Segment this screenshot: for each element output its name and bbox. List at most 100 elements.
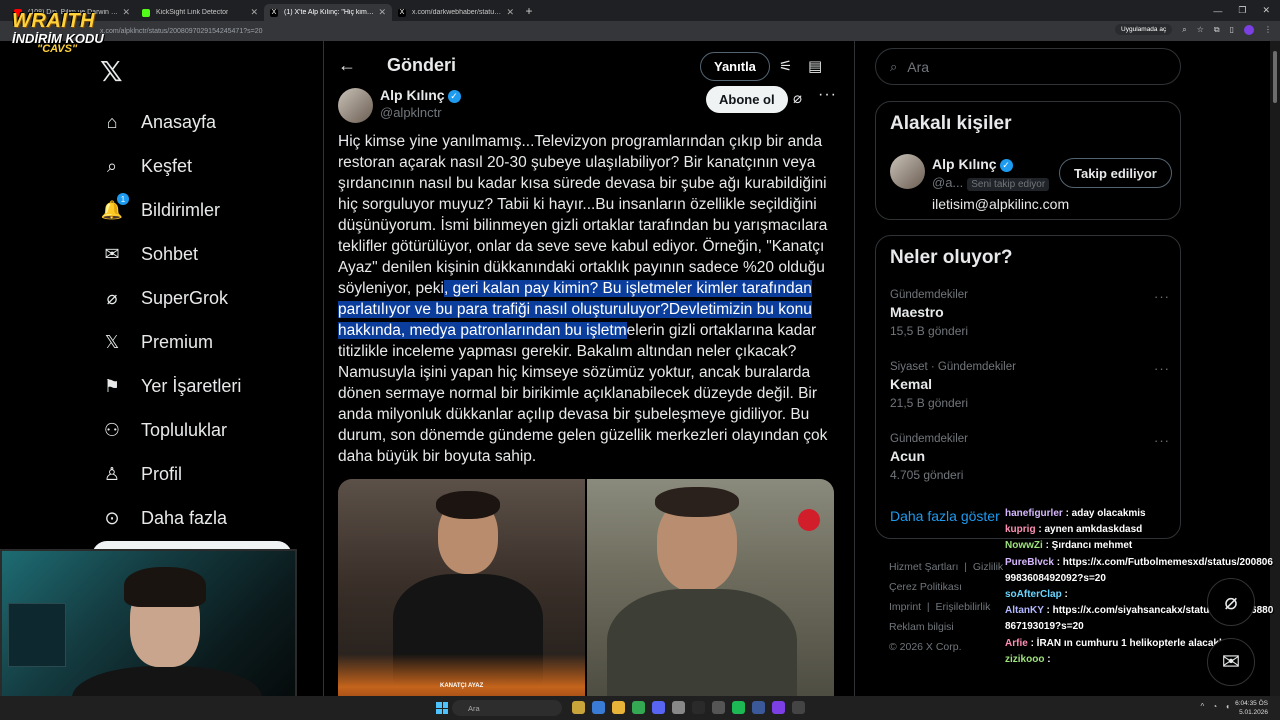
follows-you-badge: Seni takip ediyor xyxy=(967,178,1050,191)
reader-icon[interactable]: ▤ xyxy=(808,57,822,75)
menu-icon[interactable]: ⋮ xyxy=(1264,25,1272,34)
search-input[interactable]: ⌕ Ara xyxy=(875,48,1181,85)
imprint-link[interactable]: Imprint xyxy=(889,601,921,613)
sidebar-item-label: SuperGrok xyxy=(141,287,229,308)
extensions-icon[interactable]: ⧉ xyxy=(1214,25,1220,35)
taskbar-app-icon[interactable] xyxy=(672,701,685,714)
wifi-icon[interactable]: ◔ xyxy=(1212,702,1217,711)
post-photo[interactable] xyxy=(587,479,834,709)
author-name[interactable]: Alp Kılınç ✓ xyxy=(380,87,461,103)
related-person-bio[interactable]: iletisim@alpkilinc.com xyxy=(932,196,1069,212)
close-icon[interactable]: ✕ xyxy=(122,7,130,18)
trend-item[interactable]: Gündemdekiler Acun 4.705 gönderi ··· xyxy=(890,433,1170,482)
scrollbar-thumb[interactable] xyxy=(1273,51,1277,103)
taskbar-app-icon[interactable] xyxy=(712,701,725,714)
messages-floating-button[interactable]: ✉ xyxy=(1207,638,1255,686)
close-window-icon[interactable]: ✕ xyxy=(1262,5,1270,16)
chat-username: Arfie xyxy=(1005,637,1028,649)
back-arrow-icon[interactable]: ← xyxy=(338,55,356,76)
trend-item[interactable]: Siyaset · Gündemdekiler Kemal 21,5 B gön… xyxy=(890,361,1170,410)
close-icon[interactable]: ✕ xyxy=(250,7,258,18)
more-options-icon[interactable]: ··· xyxy=(818,86,837,104)
sidebar-item[interactable]: ⌂ Anasayfa xyxy=(100,100,241,144)
taskbar-clock[interactable]: 6:04:35 ÖS 5.01.2026 xyxy=(1235,699,1268,717)
privacy-link[interactable]: Gizlilik xyxy=(973,561,1003,573)
maximize-icon[interactable]: ❐ xyxy=(1238,5,1246,16)
sidebar-item[interactable]: ⊙ Daha fazla xyxy=(100,496,241,540)
sidebar-item[interactable]: ⚇ Topluluklar xyxy=(100,408,241,452)
ads-link[interactable]: Reklam bilgisi xyxy=(889,621,954,633)
sidebar-item[interactable]: 🔔 1 Bildirimler xyxy=(100,188,241,232)
avatar[interactable] xyxy=(338,88,373,123)
sidebar-item[interactable]: ✉ Sohbet xyxy=(100,232,241,276)
taskbar-app-icon[interactable] xyxy=(732,701,745,714)
sliders-icon[interactable]: ⚟ xyxy=(779,57,792,75)
address-bar-actions: Uygulamada aç ⌕ ☆ ⧉ ▯ ⋮ xyxy=(1115,24,1272,35)
taskbar-search[interactable]: Ara xyxy=(452,700,562,716)
open-in-app-button[interactable]: Uygulamada aç xyxy=(1115,24,1173,35)
address-bar[interactable]: x.com/alpklnctr/status/20080970291542454… xyxy=(0,21,1280,41)
sidebar-item[interactable]: ⌕ Keşfet xyxy=(100,144,241,188)
trend-count: 4.705 gönderi xyxy=(890,468,964,482)
reply-button[interactable]: Yanıtla xyxy=(700,52,770,81)
x-logo-icon[interactable]: 𝕏 xyxy=(100,55,123,88)
minimize-icon[interactable]: — xyxy=(1213,6,1222,16)
related-name-text: Alp Kılınç xyxy=(932,156,997,172)
browser-tab[interactable]: X x.com/darkwebhaber/status/20 ✕ xyxy=(392,4,520,21)
sidebar-item[interactable]: 𝕏 Premium xyxy=(100,320,241,364)
communities-icon: ⚇ xyxy=(103,419,121,440)
more-options-icon[interactable]: ··· xyxy=(1154,433,1170,448)
sidebar-item[interactable]: ⚑ Yer İşaretleri xyxy=(100,364,241,408)
trend-name: Kemal xyxy=(890,376,933,392)
taskbar-app-icon[interactable] xyxy=(692,701,705,714)
star-icon[interactable]: ☆ xyxy=(1197,25,1204,34)
home-icon: ⌂ xyxy=(106,111,118,132)
subscribe-button[interactable]: Abone ol xyxy=(706,86,788,113)
terms-link[interactable]: Hizmet Şartları xyxy=(889,561,958,573)
volume-icon[interactable]: ◖ xyxy=(1225,702,1230,711)
post-media[interactable]: KANATÇI AYAZ xyxy=(338,479,834,709)
taskbar-app-icon[interactable] xyxy=(752,701,765,714)
taskbar-app-icon[interactable] xyxy=(612,701,625,714)
close-icon[interactable]: ✕ xyxy=(378,7,386,18)
post-photo[interactable]: KANATÇI AYAZ xyxy=(338,479,585,709)
url-text[interactable]: x.com/alpklnctr/status/20080970291542454… xyxy=(100,28,262,35)
more-options-icon[interactable]: ··· xyxy=(1154,361,1170,376)
chevron-up-icon[interactable]: ^ xyxy=(1201,702,1205,711)
bell-icon: 🔔 1 xyxy=(100,193,129,222)
accessibility-link[interactable]: Erişilebilirlik xyxy=(936,601,991,613)
avatar[interactable] xyxy=(890,154,925,189)
taskbar-app-icon[interactable] xyxy=(772,701,785,714)
taskbar-app-icon[interactable] xyxy=(792,701,805,714)
windows-start-icon[interactable] xyxy=(436,702,448,714)
new-tab-button[interactable]: + xyxy=(520,4,538,18)
following-button[interactable]: Takip ediliyor xyxy=(1059,158,1172,188)
more-circle-icon: ⊙ xyxy=(104,507,120,528)
sidebar-item-label: Sohbet xyxy=(141,243,199,264)
zoom-icon[interactable]: ⌕ xyxy=(1182,25,1186,35)
x-logo-icon: 𝕏 xyxy=(104,331,120,352)
grok-icon[interactable]: ⌀ xyxy=(793,89,802,107)
browser-tab[interactable]: KickSight Link Detector ✕ xyxy=(136,4,264,21)
grok-floating-button[interactable]: ⌀ xyxy=(1207,578,1255,626)
column-divider xyxy=(854,41,855,720)
cookies-link[interactable]: Çerez Politikası xyxy=(889,581,962,593)
taskbar-app-icon[interactable] xyxy=(632,701,645,714)
profile-avatar[interactable] xyxy=(1244,24,1254,35)
sidebar-item[interactable]: ⌀ SuperGrok xyxy=(100,276,241,320)
trend-item[interactable]: Gündemdekiler Maestro 15,5 B gönderi ··· xyxy=(890,289,1170,338)
browser-tab-active[interactable]: X (1) X'te Alp Kılınç: "Hiç kimse y ✕ xyxy=(264,3,392,21)
more-options-icon[interactable]: ··· xyxy=(1154,289,1170,304)
close-icon[interactable]: ✕ xyxy=(506,7,514,18)
sidebar-icon[interactable]: ▯ xyxy=(1230,25,1234,34)
author-handle[interactable]: @alpklnctr xyxy=(380,105,442,120)
taskbar-app-icon[interactable] xyxy=(572,701,585,714)
related-person-handle: @a... Seni takip ediyor xyxy=(932,175,1050,191)
sidebar-item[interactable]: ♙ Profil xyxy=(100,452,241,496)
show-more-link[interactable]: Daha fazla göster xyxy=(890,508,1000,524)
taskbar-app-icon[interactable] xyxy=(592,701,605,714)
taskbar-app-icon[interactable] xyxy=(652,701,665,714)
chat-username: NowwZi xyxy=(1005,540,1043,552)
related-person-name[interactable]: Alp Kılınç ✓ xyxy=(932,156,1013,172)
trend-name: Acun xyxy=(890,448,925,464)
